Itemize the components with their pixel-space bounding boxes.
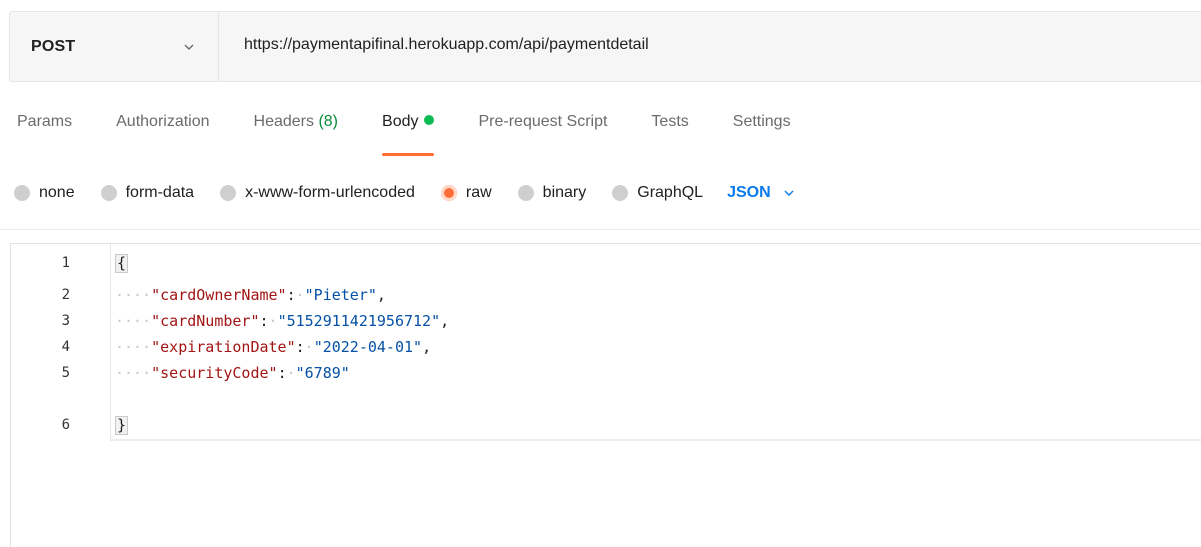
tab-settings[interactable]: Settings — [733, 113, 791, 157]
url-input[interactable]: https://paymentapifinal.herokuapp.com/ap… — [219, 36, 649, 54]
radio-dot — [517, 185, 534, 201]
radio-dot — [612, 185, 629, 201]
line-number: 4 — [61, 339, 70, 355]
code-line: 6 } — [11, 412, 1201, 438]
tab-authorization[interactable]: Authorization — [116, 113, 209, 157]
code-line: 2 ····"cardOwnerName":·"Pieter", — [11, 282, 1201, 308]
line-number: 1 — [61, 255, 70, 271]
line-number: 5 — [61, 365, 70, 381]
body-indicator-dot — [424, 115, 435, 125]
tab-headers[interactable]: Headers (8) — [254, 113, 339, 157]
format-label: JSON — [727, 184, 771, 201]
indent-whitespace: ···· — [115, 338, 152, 356]
tab-label: Params — [17, 113, 73, 130]
body-type-selector: none form-data x-www-form-urlencoded raw… — [14, 181, 795, 205]
json-comma: , — [376, 286, 386, 304]
tab-label: Tests — [651, 113, 689, 130]
brace-close: } — [115, 415, 129, 435]
json-value: "Pieter" — [304, 286, 377, 304]
radio-dot-selected — [440, 185, 457, 201]
brace-open: { — [115, 253, 129, 273]
tab-label: Pre-request Script — [478, 113, 608, 130]
json-key: "expirationDate" — [151, 338, 296, 356]
radio-dot — [14, 185, 30, 201]
tab-label: Headers — [253, 113, 314, 130]
radio-dot — [220, 185, 237, 201]
radio-raw[interactable]: raw — [440, 184, 492, 202]
radio-label: GraphQL — [637, 184, 704, 201]
line-number: 3 — [61, 313, 70, 329]
code-line: 1 { — [11, 250, 1201, 276]
editor-end-rule — [111, 439, 1201, 441]
code-text: } — [115, 415, 129, 435]
request-bar: POST https://paymentapifinal.herokuapp.c… — [9, 11, 1201, 82]
method-select[interactable]: POST — [10, 12, 219, 81]
tab-pre-request-script[interactable]: Pre-request Script — [478, 113, 607, 157]
method-label: POST — [31, 37, 76, 55]
chevron-down-icon — [784, 190, 794, 196]
json-value: "6789" — [295, 364, 350, 382]
tab-tests[interactable]: Tests — [651, 113, 688, 157]
tab-label: Settings — [732, 113, 791, 130]
code-text: ····"expirationDate":·"2022-04-01", — [115, 338, 432, 356]
json-key: "cardOwnerName" — [151, 286, 287, 304]
request-tabs: Params Authorization Headers (8) Body Pr… — [17, 113, 835, 157]
format-dropdown[interactable]: JSON — [727, 184, 795, 202]
code-line: 4 ····"expirationDate":·"2022-04-01", — [11, 334, 1201, 360]
json-key: "securityCode" — [151, 364, 278, 382]
radio-label: raw — [465, 184, 492, 201]
headers-count-badge: (8) — [318, 113, 339, 130]
radio-label: x-www-form-urlencoded — [245, 184, 415, 201]
code-text: { — [115, 253, 129, 273]
radio-dot — [100, 185, 117, 201]
chevron-down-icon — [184, 44, 194, 50]
code-line: 3 ····"cardNumber":·"5152911421956712", — [11, 308, 1201, 334]
tab-params[interactable]: Params — [17, 113, 72, 157]
tab-label: Authorization — [116, 113, 210, 130]
radio-label: form-data — [125, 184, 195, 201]
line-number: 6 — [61, 417, 70, 433]
code-editor[interactable]: 1 { 2 ····"cardOwnerName":·"Pieter", 3 ·… — [10, 243, 1201, 547]
radio-binary[interactable]: binary — [517, 184, 587, 202]
code-line: 5 ····"securityCode":·"6789" — [11, 360, 1201, 386]
tab-label: Body — [382, 113, 419, 130]
radio-x-www-form-urlencoded[interactable]: x-www-form-urlencoded — [220, 184, 415, 202]
radio-graphql[interactable]: GraphQL — [612, 184, 703, 202]
indent-whitespace: ···· — [115, 312, 152, 330]
code-text: ····"securityCode":·"6789" — [115, 364, 350, 382]
active-tab-underline — [382, 153, 435, 156]
tab-body[interactable]: Body — [382, 113, 435, 157]
radio-label: none — [39, 184, 75, 201]
code-text: ····"cardOwnerName":·"Pieter", — [115, 286, 386, 304]
radio-none[interactable]: none — [14, 184, 75, 202]
json-comma: , — [440, 312, 450, 330]
indent-whitespace: ···· — [115, 364, 152, 382]
indent-whitespace: ···· — [115, 286, 152, 304]
radio-label: binary — [542, 184, 587, 201]
line-number: 2 — [61, 287, 70, 303]
json-comma: , — [422, 338, 432, 356]
radio-form-data[interactable]: form-data — [100, 184, 195, 202]
section-divider — [0, 229, 1201, 230]
json-key: "cardNumber" — [151, 312, 260, 330]
json-value: "5152911421956712" — [277, 312, 441, 330]
json-value: "2022-04-01" — [313, 338, 423, 356]
code-text: ····"cardNumber":·"5152911421956712", — [115, 312, 450, 330]
